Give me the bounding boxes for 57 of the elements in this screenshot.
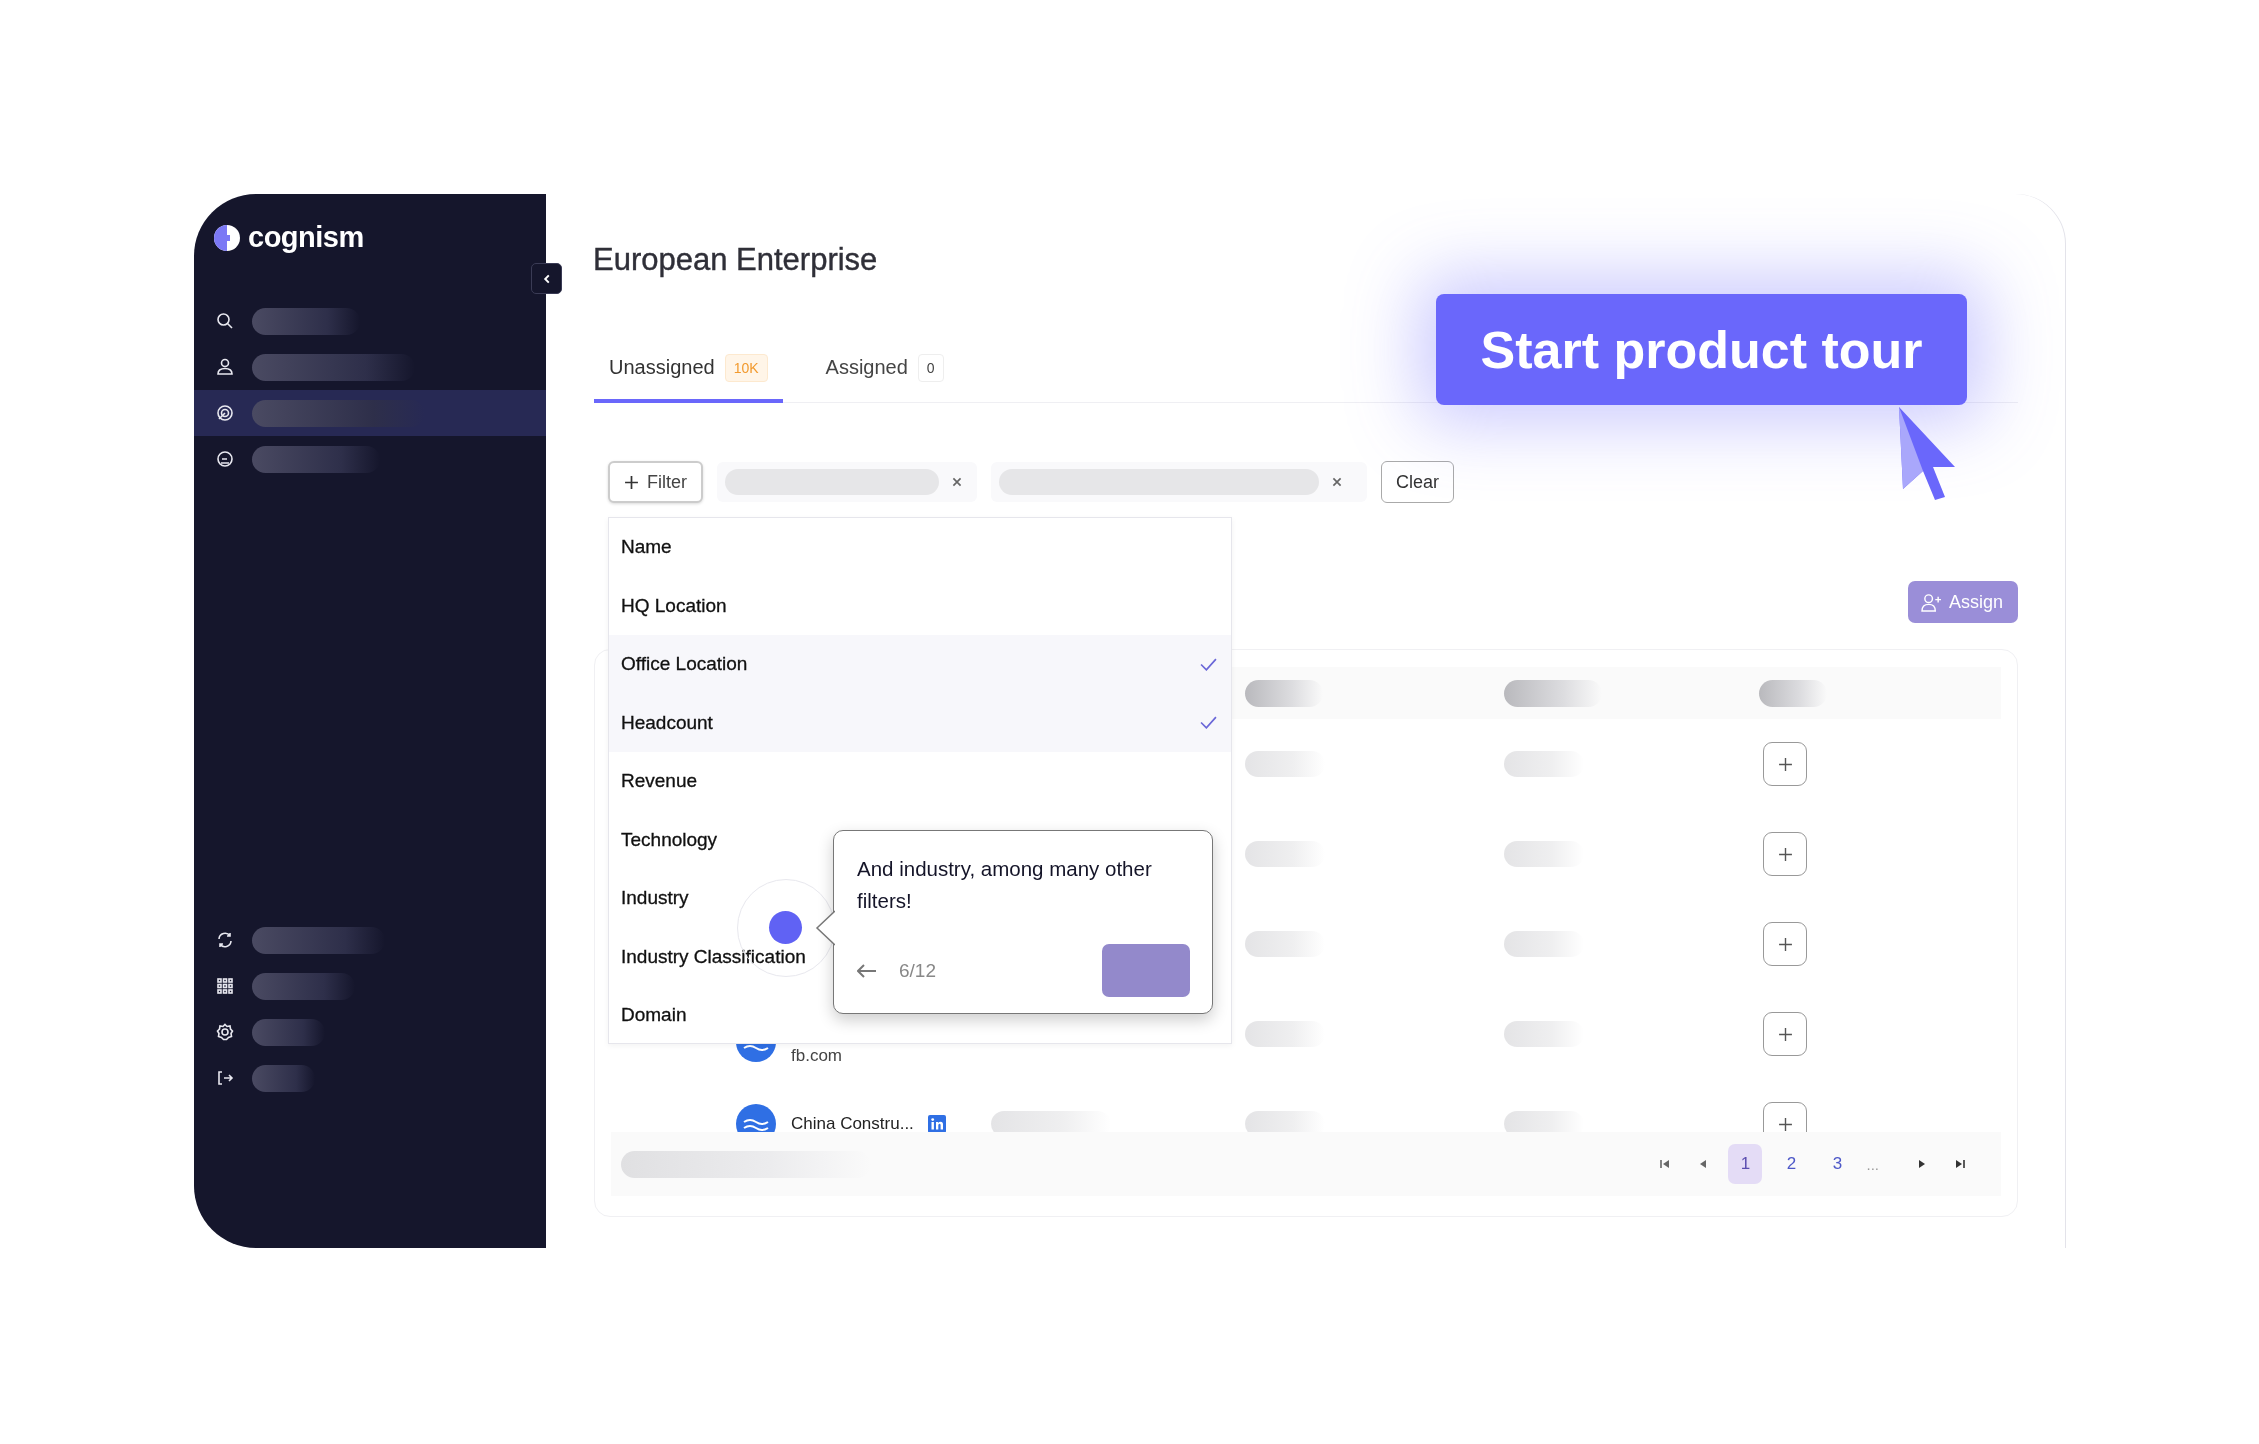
back-arrow-icon[interactable] — [857, 963, 877, 978]
first-page-icon[interactable] — [1659, 1158, 1672, 1170]
menu-item[interactable]: Revenue — [609, 752, 1231, 811]
tooltip-text: And industry, among many other filters! — [857, 856, 1153, 914]
settings-icon[interactable] — [215, 1022, 235, 1042]
logo-icon — [213, 223, 241, 252]
menu-item[interactable]: HQ Location — [609, 576, 1231, 635]
page-ellipsis: ... — [1866, 1155, 1879, 1173]
count-badge: 0 — [917, 353, 944, 382]
add-button[interactable] — [1763, 832, 1807, 876]
company-domain: fb.com — [791, 1045, 843, 1066]
count-badge: 10K — [724, 353, 768, 382]
tab-label: Assigned — [825, 356, 908, 379]
person-icon — [215, 357, 235, 377]
placeholder-bar — [252, 1064, 315, 1092]
step-counter: 6/12 — [899, 959, 937, 982]
check-icon — [1200, 716, 1217, 730]
page-button[interactable]: 2 — [1774, 1144, 1809, 1184]
start-tour-button[interactable]: Start product tour — [1436, 294, 1967, 405]
close-icon[interactable] — [951, 476, 963, 488]
menu-item[interactable]: Headcount — [609, 693, 1231, 752]
menu-item[interactable]: Office Location — [609, 635, 1231, 694]
page-button[interactable]: 3 — [1820, 1144, 1855, 1184]
search-icon — [215, 311, 235, 331]
plus-icon — [1777, 936, 1793, 952]
add-person-icon — [1919, 592, 1943, 612]
clear-button[interactable]: Clear — [1381, 461, 1454, 503]
plus-icon — [1777, 1026, 1793, 1042]
close-icon[interactable] — [1331, 476, 1343, 488]
plus-icon — [1777, 756, 1793, 772]
page-title: European Enterprise — [593, 241, 879, 279]
add-button[interactable] — [1763, 922, 1807, 966]
linkedin-icon[interactable] — [927, 1115, 946, 1132]
last-page-icon[interactable] — [1954, 1158, 1966, 1170]
tab-label: Unassigned — [609, 356, 715, 379]
tab[interactable]: Unassigned 10K — [594, 336, 783, 403]
company-name[interactable]: China Constru... — [791, 1114, 914, 1132]
plus-icon — [1777, 1116, 1793, 1132]
filter-button[interactable]: Filter — [608, 461, 703, 503]
refresh-icon[interactable] — [215, 930, 235, 950]
page-button[interactable]: 1 — [1728, 1144, 1763, 1184]
add-button[interactable] — [1763, 742, 1807, 786]
circle-icon — [215, 449, 235, 469]
tab[interactable]: Assigned 0 — [810, 336, 959, 403]
plus-icon — [1777, 846, 1793, 862]
hotspot-dot[interactable] — [769, 911, 802, 944]
plus-icon — [624, 474, 639, 490]
menu-item[interactable]: Name — [609, 518, 1231, 577]
cursor-icon — [1897, 405, 1957, 501]
check-icon — [1200, 657, 1217, 671]
grid-icon[interactable] — [215, 976, 235, 996]
placeholder-bar — [1759, 679, 1827, 707]
collapse-button[interactable] — [531, 263, 562, 294]
brand-name: cognism — [248, 221, 364, 254]
add-button[interactable] — [1763, 1012, 1807, 1056]
logout-icon[interactable] — [215, 1068, 235, 1088]
target-icon — [215, 403, 235, 423]
